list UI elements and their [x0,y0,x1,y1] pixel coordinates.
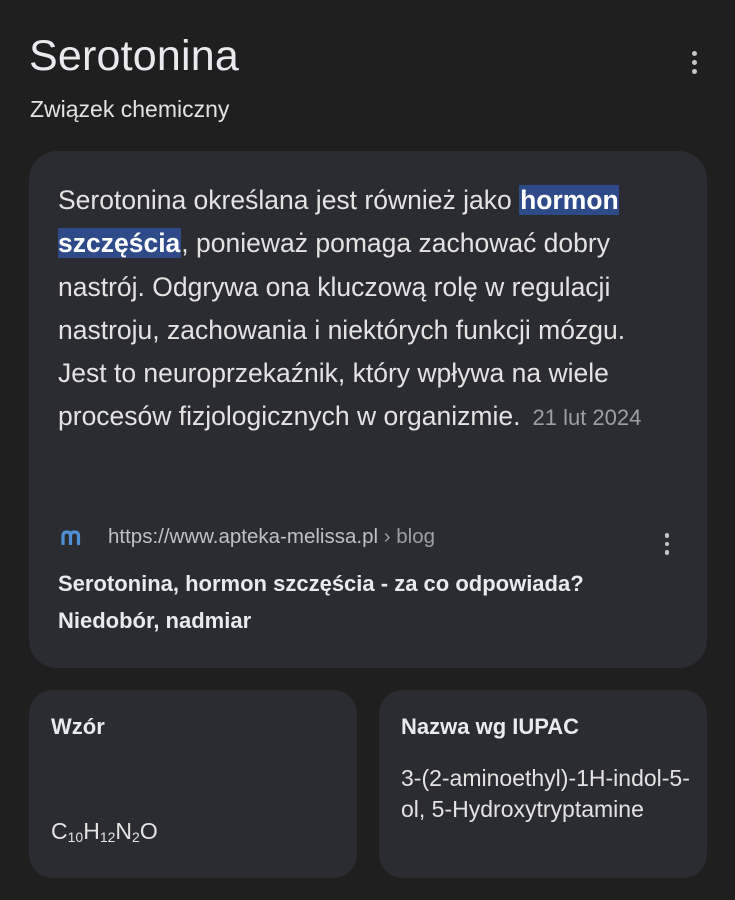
page-subtitle: Związek chemiczny [30,96,230,122]
knowledge-panel: Serotonina Związek chemiczny Serotonina … [0,0,735,900]
formula-element-c: C [51,818,68,844]
formula-element-h: H [83,818,100,844]
site-m-logo-icon [61,526,83,548]
source-url-path: › blog [378,525,436,548]
source-more-icon[interactable] [657,529,677,559]
featured-snippet-card: Serotonina określana jest również jako h… [29,151,707,668]
source-url: https://www.apteka-melissa.pl › blog [108,525,435,549]
snippet-text-after: , ponieważ pomaga zachować dobry nastrój… [58,228,626,432]
formula-card[interactable]: Wzór C10H12N2O [29,690,357,878]
iupac-card[interactable]: Nazwa wg IUPAC 3-(2-aminoethyl)-1H-indol… [379,690,707,878]
formula-count-c: 10 [67,829,84,845]
page-title: Serotonina [29,32,239,80]
snippet-description: Serotonina określana jest również jako h… [58,179,680,440]
snippet-text-before: Serotonina określana jest również jako [58,185,520,215]
snippet-date: 21 lut 2024 [532,405,642,431]
more-dot [691,50,697,56]
formula-count-h: 12 [99,829,116,845]
formula-element-n: N [115,818,133,844]
formula-count-n: 2 [132,829,140,845]
more-vert-icon[interactable] [678,42,710,82]
more-dot [691,59,697,65]
more-dot [691,68,697,74]
more-dot [664,550,670,555]
formula-element-o: O [139,818,158,844]
formula-value: C10H12N2O [51,814,158,854]
iupac-label: Nazwa wg IUPAC [401,714,580,739]
source-url-base: https://www.apteka-melissa.pl [108,525,379,548]
more-dot [664,533,670,538]
source-article-title[interactable]: Serotonina, hormon szczęścia - za co odp… [58,565,678,639]
iupac-value: 3-(2-aminoethyl)-1H-indol-5-ol, 5-Hydrox… [401,765,690,822]
source-link[interactable]: https://www.apteka-melissa.pl › blog [61,521,681,553]
formula-label: Wzór [51,714,105,739]
more-dot [664,541,670,547]
